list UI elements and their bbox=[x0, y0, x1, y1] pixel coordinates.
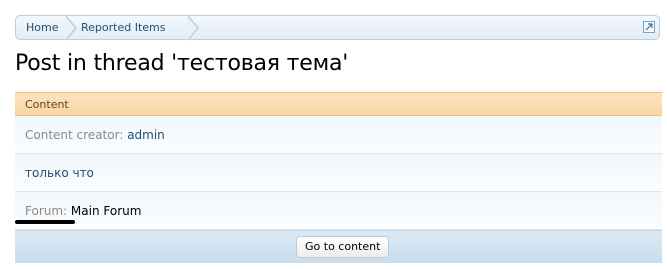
forum-label: Forum: bbox=[25, 204, 68, 218]
forum-value: Main Forum bbox=[70, 204, 142, 218]
breadcrumb-reported-items-link[interactable]: Reported Items bbox=[71, 16, 191, 39]
annotation-underline bbox=[15, 220, 75, 224]
time-row: только что bbox=[15, 154, 662, 192]
external-link-icon[interactable] bbox=[643, 21, 655, 33]
breadcrumb-home-link[interactable]: Home bbox=[16, 16, 66, 39]
content-creator-row: Content creator: admin bbox=[15, 116, 662, 154]
content-creator-label: Content creator: bbox=[25, 128, 124, 142]
content-panel: Content Content creator: admin только чт… bbox=[15, 92, 662, 263]
go-to-content-button[interactable]: Go to content bbox=[296, 236, 390, 258]
forum-row: Forum: Main Forum bbox=[15, 192, 662, 230]
breadcrumb: Home Reported Items bbox=[15, 15, 660, 41]
breadcrumb-separator-icon bbox=[187, 15, 199, 41]
form-footer: Go to content bbox=[15, 230, 662, 263]
page-title: Post in thread 'тестовая тема' bbox=[15, 51, 349, 76]
post-time-link[interactable]: только что bbox=[25, 166, 94, 180]
content-creator-link[interactable]: admin bbox=[127, 128, 165, 142]
section-header-content: Content bbox=[15, 92, 662, 116]
